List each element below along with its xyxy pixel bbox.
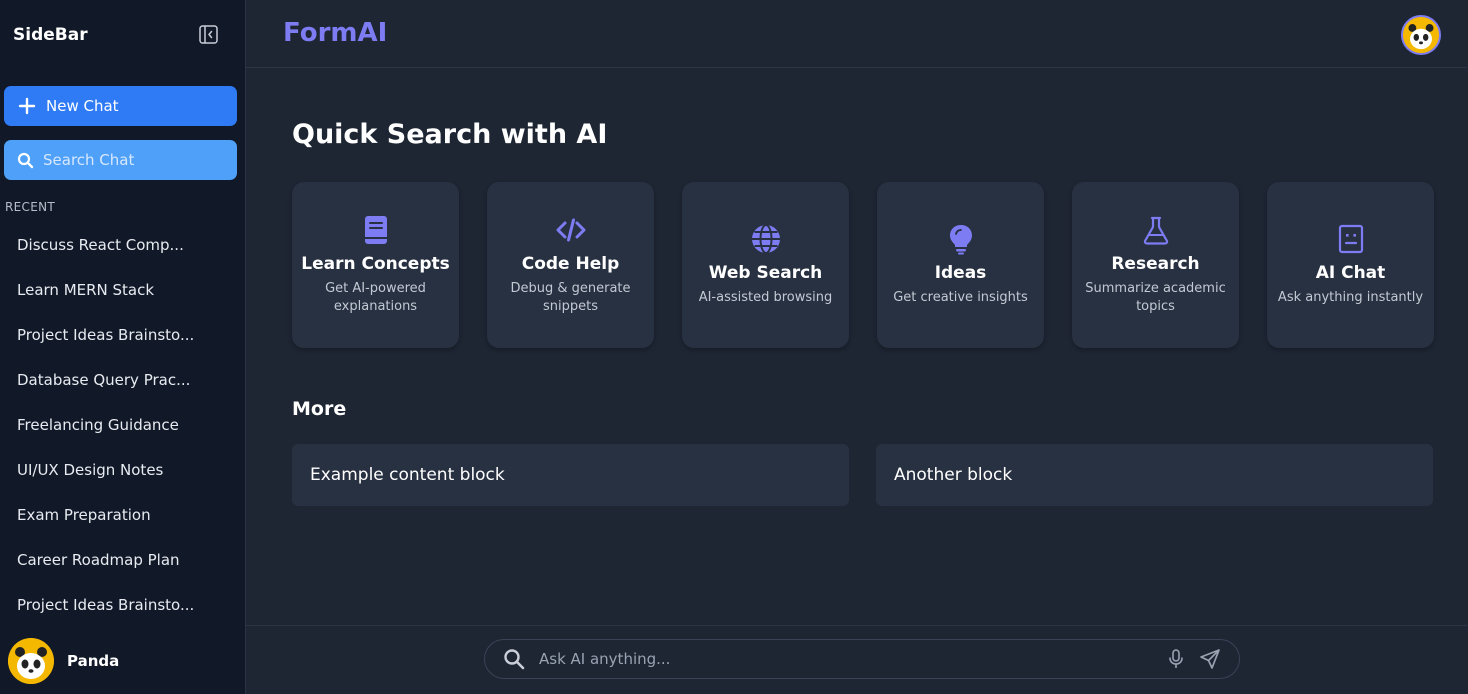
panda-avatar-icon	[1403, 17, 1439, 53]
send-icon[interactable]	[1199, 648, 1221, 670]
card-ideas[interactable]: Ideas Get creative insights	[877, 182, 1044, 348]
panda-avatar-icon	[8, 638, 54, 684]
card-title: Web Search	[708, 263, 823, 283]
recent-chat-item[interactable]: Career Roadmap Plan	[17, 549, 217, 594]
sidebar-title: SideBar	[13, 25, 88, 45]
sidebar: SideBar New Chat Search Chat RECENT Disc…	[0, 0, 246, 694]
microphone-icon[interactable]	[1167, 649, 1185, 669]
card-title: Code Help	[521, 254, 620, 274]
card-description: Ask anything instantly	[1277, 290, 1424, 305]
page-title: Quick Search with AI	[292, 119, 608, 150]
main-area: FormAI Quick Search with AI Learn Concep…	[246, 0, 1468, 694]
content-block[interactable]: Another block	[876, 444, 1433, 506]
card-description: Get AI-powered explanations	[325, 281, 426, 314]
recent-chat-item[interactable]: Project Ideas Brainsto...	[17, 594, 217, 639]
lightbulb-icon	[949, 225, 972, 255]
profile-avatar[interactable]	[1401, 15, 1441, 55]
globe-icon	[751, 224, 780, 254]
card-description: Get creative insights	[893, 290, 1028, 305]
more-heading: More	[292, 398, 347, 420]
content-block[interactable]: Example content block	[292, 444, 849, 506]
search-icon	[504, 649, 525, 670]
card-research[interactable]: Research Summarize academic topics	[1072, 182, 1239, 348]
robot-icon	[1338, 224, 1363, 254]
code-icon	[556, 218, 585, 242]
collapse-sidebar-icon[interactable]	[199, 25, 218, 44]
new-chat-label: New Chat	[46, 97, 119, 115]
sidebar-user[interactable]: Panda	[8, 638, 119, 684]
recent-chat-item[interactable]: Learn MERN Stack	[17, 279, 217, 324]
ask-ai-input[interactable]: Ask AI anything...	[484, 639, 1240, 679]
quick-search-cards: Learn Concepts Get AI-powered explanatio…	[292, 182, 1434, 348]
recent-label: RECENT	[5, 200, 55, 214]
new-chat-button[interactable]: New Chat	[4, 86, 237, 126]
card-title: Ideas	[934, 263, 987, 283]
card-title: AI Chat	[1315, 263, 1386, 283]
search-chat-input[interactable]: Search Chat	[4, 140, 237, 180]
search-chat-placeholder: Search Chat	[43, 151, 135, 169]
ask-ai-placeholder: Ask AI anything...	[539, 650, 671, 668]
recent-chat-item[interactable]: UI/UX Design Notes	[17, 459, 217, 504]
card-title: Research	[1111, 254, 1200, 274]
recent-chat-item[interactable]: Database Query Prac...	[17, 369, 217, 414]
recent-chat-item[interactable]: Freelancing Guidance	[17, 414, 217, 459]
brand-logo[interactable]: FormAI	[283, 18, 387, 48]
recent-chat-item[interactable]: Project Ideas Brainsto...	[17, 324, 217, 369]
card-code-help[interactable]: Code Help Debug & generate snippets	[487, 182, 654, 348]
bottom-bar: Ask AI anything...	[246, 625, 1467, 694]
card-description: AI-assisted browsing	[698, 290, 833, 305]
recent-chat-item[interactable]: Exam Preparation	[17, 504, 217, 549]
recent-chat-item[interactable]: Discuss React Comp...	[17, 234, 217, 279]
card-description: Summarize academic topics	[1085, 281, 1226, 314]
flask-icon	[1143, 216, 1168, 245]
user-name: Panda	[67, 652, 120, 670]
plus-icon	[18, 97, 36, 115]
recent-chat-list: Discuss React Comp... Learn MERN Stack P…	[17, 234, 217, 639]
card-description: Debug & generate snippets	[510, 281, 631, 314]
card-web-search[interactable]: Web Search AI-assisted browsing	[682, 182, 849, 348]
sidebar-header: SideBar	[13, 24, 223, 48]
search-icon	[17, 152, 34, 168]
content-blocks: Example content block Another block	[292, 444, 1433, 506]
card-title: Learn Concepts	[301, 254, 450, 274]
book-icon	[364, 216, 387, 244]
app: SideBar New Chat Search Chat RECENT Disc…	[0, 0, 1468, 694]
card-learn-concepts[interactable]: Learn Concepts Get AI-powered explanatio…	[292, 182, 459, 348]
top-bar: FormAI	[246, 0, 1467, 68]
avatar	[8, 638, 54, 684]
card-ai-chat[interactable]: AI Chat Ask anything instantly	[1267, 182, 1434, 348]
